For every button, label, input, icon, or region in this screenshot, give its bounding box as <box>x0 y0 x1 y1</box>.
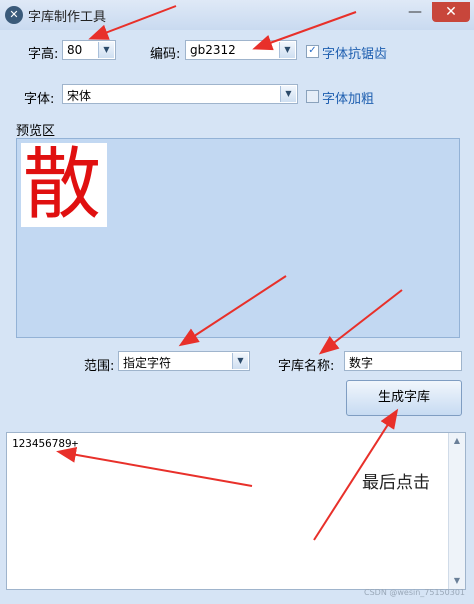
arrow-to-lib-name <box>318 289 403 355</box>
arrow-to-output <box>56 446 253 487</box>
arrow-to-font-size <box>88 5 177 40</box>
annotation-arrows <box>56 5 403 541</box>
arrow-to-generate <box>313 408 399 541</box>
arrow-to-range <box>178 275 287 347</box>
arrow-to-encoding <box>252 11 357 51</box>
